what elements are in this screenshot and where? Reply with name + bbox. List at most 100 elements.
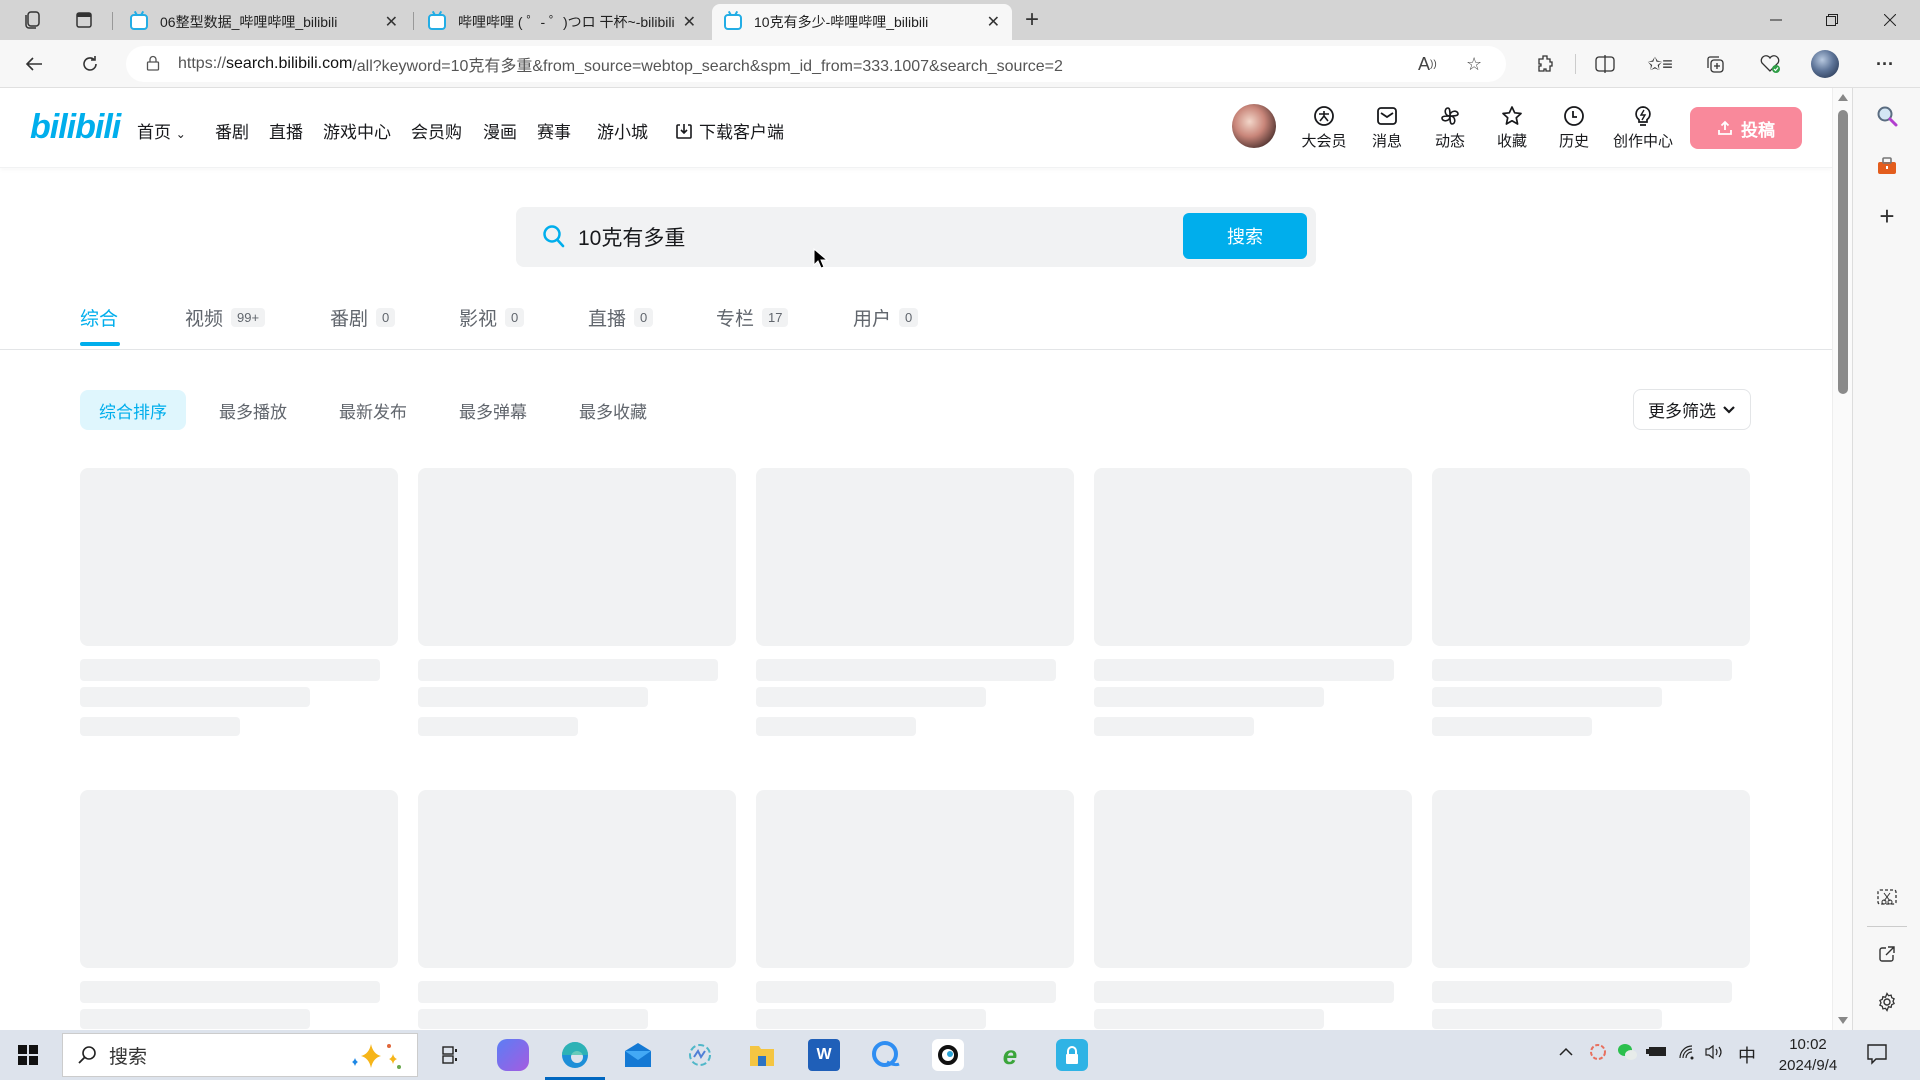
browser-essentials-icon[interactable]: [1755, 50, 1785, 78]
settings-gear-icon[interactable]: [1873, 988, 1901, 1016]
header-dynamics[interactable]: 动态: [1420, 104, 1480, 151]
url-input[interactable]: https://search.bilibili.com/all?keyword=…: [126, 46, 1506, 82]
tab-all[interactable]: 综合: [80, 304, 118, 331]
ime-indicator[interactable]: 中: [1738, 1042, 1756, 1068]
sidebar-tools-icon[interactable]: [1873, 152, 1901, 180]
wps-tray-icon[interactable]: [1588, 1042, 1608, 1067]
tab-live[interactable]: 直播 0: [588, 304, 654, 331]
file-explorer-icon[interactable]: [746, 1039, 778, 1071]
sort-most-favorites[interactable]: 最多收藏: [560, 390, 666, 430]
edge-sidebar: +: [1852, 88, 1920, 1030]
page-scrollbar[interactable]: [1832, 88, 1852, 1030]
scroll-up-arrow[interactable]: [1838, 94, 1848, 101]
close-tab-icon[interactable]: ✕: [987, 12, 1000, 32]
sort-most-played[interactable]: 最多播放: [200, 390, 306, 430]
show-hidden-icons[interactable]: [1558, 1044, 1574, 1062]
app-circle-icon[interactable]: [932, 1039, 964, 1071]
word-app-icon[interactable]: W: [808, 1039, 840, 1071]
ie-browser-icon[interactable]: e: [994, 1039, 1026, 1071]
lock-app-icon[interactable]: [1056, 1039, 1088, 1071]
sort-default[interactable]: 综合排序: [80, 390, 186, 430]
qq-browser-icon[interactable]: [870, 1039, 902, 1071]
volume-icon[interactable]: [1704, 1044, 1724, 1065]
back-icon[interactable]: [20, 50, 48, 78]
nav-anime[interactable]: 番剧: [215, 118, 249, 143]
minimize-button[interactable]: [1748, 0, 1804, 40]
skeleton-card: [1094, 790, 1412, 1030]
skeleton-line: [80, 1009, 310, 1029]
browser-tab-active[interactable]: 10克有多少-哔哩哔哩_bilibili ✕: [712, 4, 1012, 40]
extensions-icon[interactable]: [1530, 50, 1560, 78]
favorite-star-icon[interactable]: ☆: [1466, 46, 1482, 82]
tab-film[interactable]: 影视 0: [459, 304, 525, 331]
sort-newest[interactable]: 最新发布: [320, 390, 426, 430]
nav-download-client[interactable]: 下载客户端: [675, 118, 784, 143]
header-favorites[interactable]: 收藏: [1482, 104, 1542, 151]
browser-tab-strip: 06整型数据_哔哩哔哩_bilibili ✕ 哔哩哔哩 ( ゜- ゜)つロ 干杯…: [0, 0, 1920, 40]
sidebar-add-icon[interactable]: +: [1873, 201, 1901, 231]
skeleton-line: [1094, 717, 1254, 736]
nav-game-center[interactable]: 游戏中心: [323, 118, 391, 143]
header-history[interactable]: 历史: [1544, 104, 1604, 151]
wps-cloud-app-icon[interactable]: [684, 1039, 716, 1071]
close-window-button[interactable]: [1862, 0, 1918, 40]
close-tab-icon[interactable]: ✕: [385, 12, 398, 32]
system-clock[interactable]: 10:02 2024/9/4: [1758, 1034, 1858, 1076]
taskbar-search-box[interactable]: 搜索: [62, 1033, 418, 1077]
sort-most-danmaku[interactable]: 最多弹幕: [440, 390, 546, 430]
skeleton-line: [80, 981, 380, 1003]
battery-icon[interactable]: [1646, 1044, 1668, 1063]
wechat-tray-icon[interactable]: [1616, 1042, 1638, 1067]
edge-app-icon[interactable]: [559, 1039, 591, 1071]
tab-bangumi[interactable]: 番剧 0: [330, 304, 396, 331]
read-aloud-icon[interactable]: A)): [1418, 46, 1437, 82]
browser-tab[interactable]: 哔哩哔哩 ( ゜- ゜)つロ 干杯~-bilibili ✕: [416, 4, 708, 40]
skeleton-line: [1432, 1009, 1662, 1029]
split-screen-icon[interactable]: [1590, 50, 1620, 78]
download-icon: [675, 122, 693, 140]
new-tab-button[interactable]: +: [1020, 6, 1044, 33]
scrollbar-thumb[interactable]: [1838, 110, 1848, 394]
windows-start-icon[interactable]: [18, 1045, 38, 1070]
wifi-icon[interactable]: [1678, 1044, 1696, 1065]
nav-manga[interactable]: 漫画: [483, 118, 517, 143]
restore-button[interactable]: [1804, 0, 1860, 40]
skeleton-card: [756, 468, 1074, 736]
upload-button[interactable]: 投稿: [1690, 107, 1802, 149]
screenshot-icon[interactable]: [1873, 884, 1901, 912]
tab-actions-icon[interactable]: [72, 8, 96, 32]
nav-live[interactable]: 直播: [269, 118, 303, 143]
mail-app-icon[interactable]: [622, 1039, 654, 1071]
task-view-icon[interactable]: [434, 1039, 466, 1071]
scroll-down-arrow[interactable]: [1838, 1017, 1848, 1024]
profile-avatar[interactable]: [1810, 50, 1840, 78]
search-button[interactable]: 搜索: [1183, 213, 1307, 259]
more-icon[interactable]: ···: [1870, 50, 1900, 78]
browser-tab[interactable]: 06整型数据_哔哩哔哩_bilibili ✕: [118, 4, 410, 40]
collections-icon[interactable]: [1700, 50, 1730, 78]
workspaces-icon[interactable]: [20, 8, 44, 32]
bilibili-logo[interactable]: bilibili: [30, 108, 121, 147]
close-tab-icon[interactable]: ✕: [683, 12, 696, 32]
sidebar-search-icon[interactable]: [1873, 102, 1901, 130]
copilot-app-icon[interactable]: [497, 1039, 529, 1071]
tab-video[interactable]: 视频 99+: [185, 304, 266, 331]
nav-vip-shop[interactable]: 会员购: [411, 118, 462, 143]
user-avatar[interactable]: [1232, 104, 1276, 148]
header-creator-center[interactable]: 创作中心: [1606, 104, 1680, 151]
tab-article[interactable]: 专栏 17: [716, 304, 789, 331]
notification-center-icon[interactable]: [1866, 1043, 1888, 1070]
nav-home[interactable]: 首页 ⌄: [137, 118, 186, 143]
lock-icon[interactable]: [146, 55, 160, 74]
tab-user[interactable]: 用户 0: [853, 304, 919, 331]
favorites-icon[interactable]: ✩≡: [1645, 50, 1675, 78]
more-filters-dropdown[interactable]: 更多筛选: [1633, 389, 1751, 430]
search-input[interactable]: [578, 217, 1178, 257]
nav-esports[interactable]: 赛事: [537, 118, 571, 143]
nav-mini-game[interactable]: 游小城: [597, 118, 648, 143]
header-vip[interactable]: 大会员: [1294, 104, 1354, 151]
header-messages[interactable]: 消息: [1357, 104, 1417, 151]
skeleton-line: [418, 981, 718, 1003]
open-external-icon[interactable]: [1873, 940, 1901, 968]
refresh-icon[interactable]: [76, 50, 104, 78]
